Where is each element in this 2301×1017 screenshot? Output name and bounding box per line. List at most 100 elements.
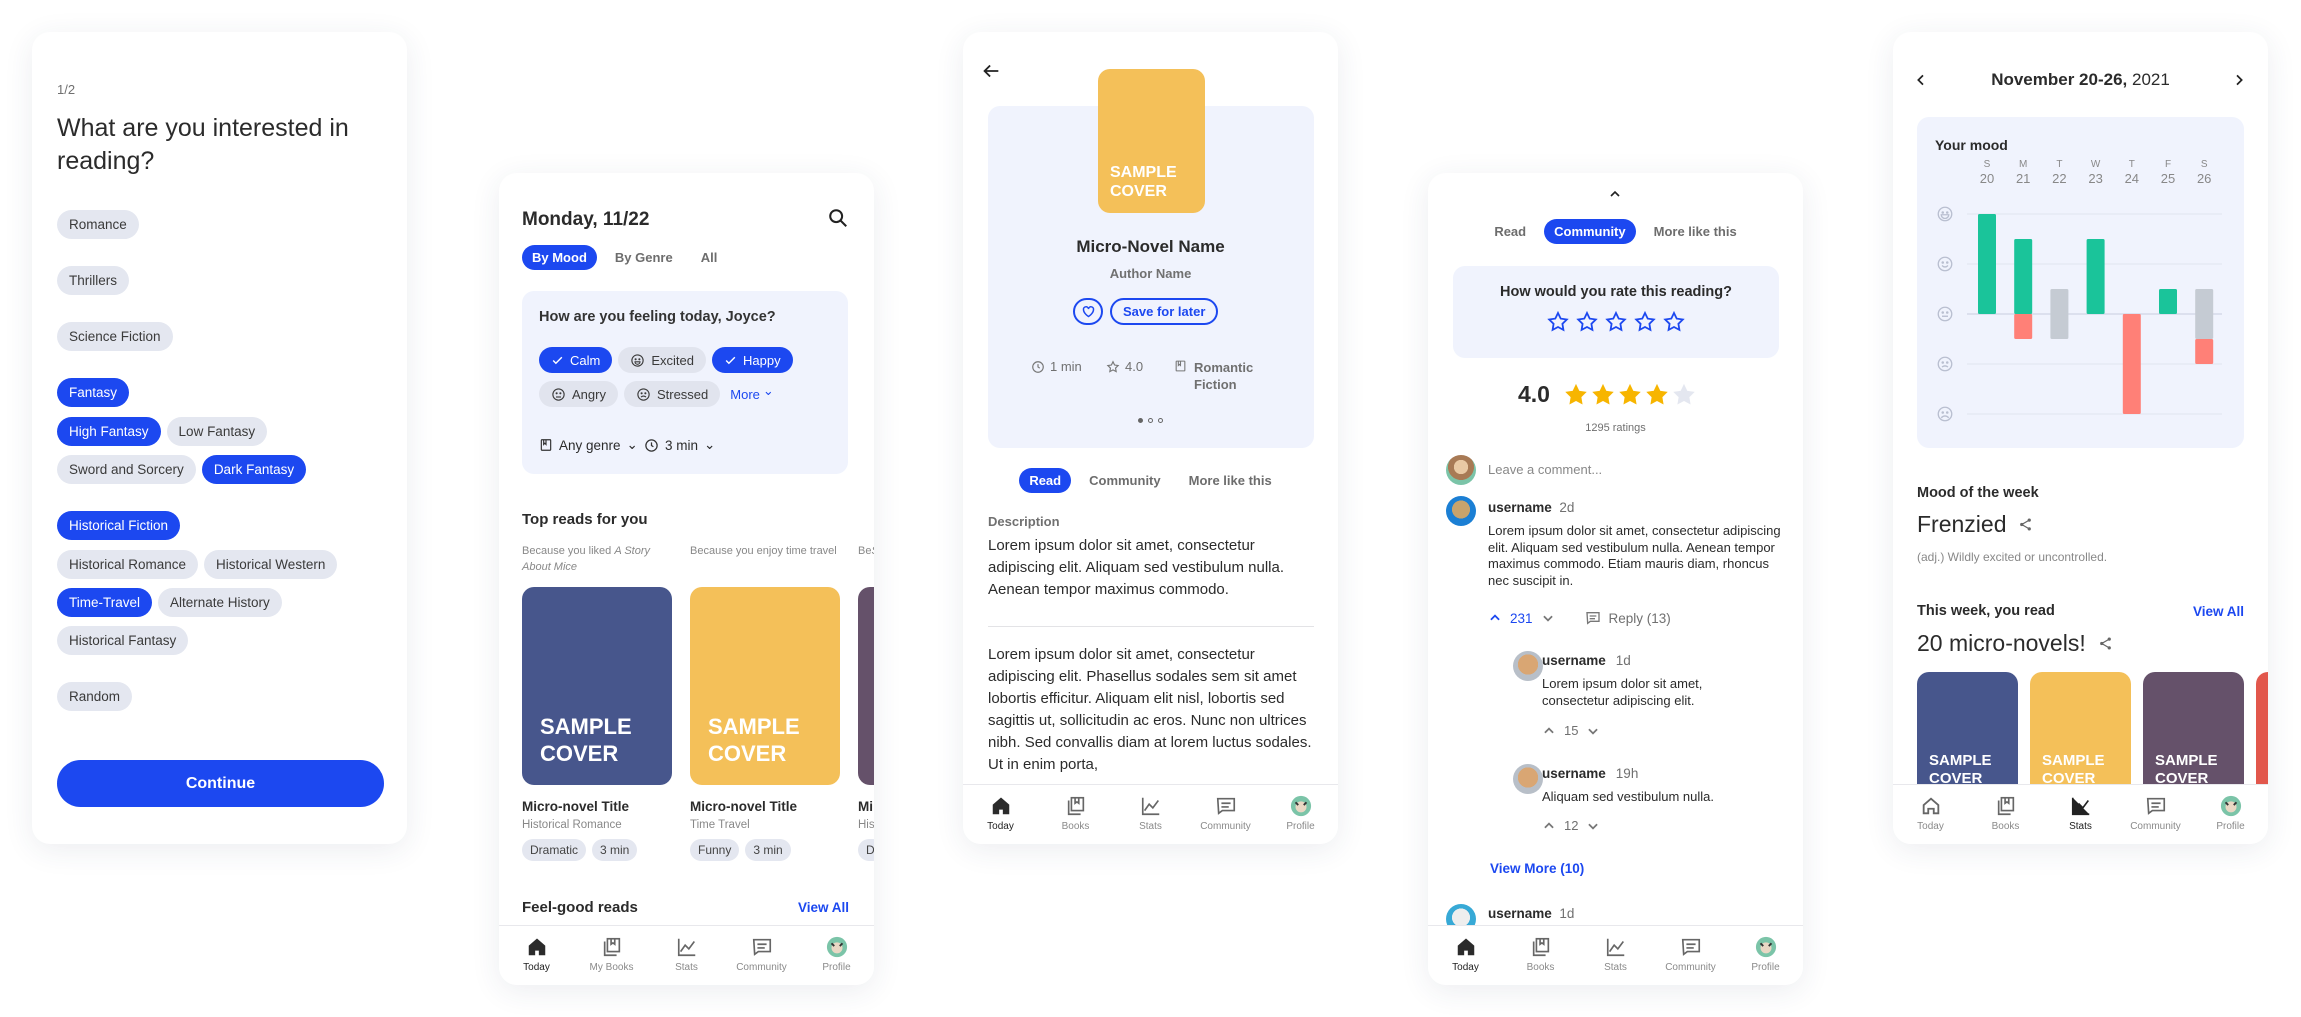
tab-read[interactable]: Read xyxy=(1019,468,1072,493)
nav-today[interactable]: Today xyxy=(963,785,1038,844)
nav-my-books[interactable]: My Books xyxy=(574,926,649,985)
save-for-later-button[interactable]: Save for later xyxy=(1110,298,1219,325)
carousel-dot[interactable] xyxy=(1148,418,1153,423)
genre-parent-row: Random xyxy=(57,682,379,711)
reply-username[interactable]: username xyxy=(1542,766,1606,781)
face-neutral-icon xyxy=(1937,306,1953,322)
subgenre-chip[interactable]: Historical Western xyxy=(204,550,338,579)
subgenre-chip[interactable]: Dark Fantasy xyxy=(201,455,307,484)
nav-today[interactable]: Today xyxy=(1893,785,1968,844)
book-title[interactable]: Micro-novel Title xyxy=(522,799,629,814)
reply-username[interactable]: username xyxy=(1542,653,1606,668)
genre-filter[interactable]: Any genre ⌄ xyxy=(539,437,638,453)
subgenre-chip[interactable]: Low Fantasy xyxy=(166,417,268,446)
carousel-dot[interactable] xyxy=(1158,418,1163,423)
nav-today[interactable]: Today xyxy=(1428,926,1503,985)
nav-today[interactable]: Today xyxy=(499,926,574,985)
rate-star-icon[interactable] xyxy=(1575,310,1599,334)
rate-star-icon[interactable] xyxy=(1662,310,1686,334)
genre-chip[interactable]: Thrillers xyxy=(57,266,130,295)
tab-by-genre[interactable]: By Genre xyxy=(605,245,683,270)
next-week-icon[interactable] xyxy=(2231,72,2247,88)
tab-more-like-this[interactable]: More like this xyxy=(1644,219,1747,244)
view-more-link[interactable]: View More (10) xyxy=(1490,861,1584,876)
subgenre-chip[interactable]: Historical Romance xyxy=(57,550,199,579)
chevron-up-icon[interactable] xyxy=(1607,186,1623,202)
carousel-dots[interactable] xyxy=(963,418,1338,423)
tab-all[interactable]: All xyxy=(691,245,728,270)
genre-chip[interactable]: Fantasy xyxy=(57,378,130,407)
rate-star-icon[interactable] xyxy=(1633,310,1657,334)
comment-username[interactable]: username xyxy=(1488,500,1552,515)
upvote-icon[interactable] xyxy=(1488,611,1502,625)
nav-profile[interactable]: Profile xyxy=(799,926,874,985)
comment-input[interactable]: Leave a comment... xyxy=(1488,462,1602,477)
reply-button[interactable]: Reply (13) xyxy=(1609,611,1671,626)
tab-community[interactable]: Community xyxy=(1544,219,1636,244)
nav-stats[interactable]: Stats xyxy=(2043,785,2118,844)
rate-star-icon[interactable] xyxy=(1546,310,1570,334)
book-cover[interactable] xyxy=(858,587,874,785)
book-cover[interactable]: SAMPLE COVER xyxy=(522,587,672,785)
nav-profile[interactable]: Profile xyxy=(2193,785,2268,844)
genre-chip[interactable]: Random xyxy=(57,682,133,711)
nav-community[interactable]: Community xyxy=(724,926,799,985)
share-icon[interactable] xyxy=(2098,636,2113,651)
genre-chip[interactable]: Science Fiction xyxy=(57,322,173,351)
book-cover[interactable]: SAMPLE COVER xyxy=(690,587,840,785)
nav-label: Stats xyxy=(675,962,698,973)
tab-by-mood[interactable]: By Mood xyxy=(522,245,597,270)
face-very-happy-icon xyxy=(1937,206,1953,222)
nav-books[interactable]: Books xyxy=(1038,785,1113,844)
downvote-icon[interactable] xyxy=(1586,819,1600,833)
share-icon[interactable] xyxy=(2018,517,2033,532)
downvote-icon[interactable] xyxy=(1586,724,1600,738)
nav-books[interactable]: Books xyxy=(1968,785,2043,844)
view-all-link[interactable]: View All xyxy=(2193,604,2244,619)
back-arrow-icon[interactable] xyxy=(980,60,1002,82)
rating-input[interactable] xyxy=(1453,310,1779,334)
tab-read[interactable]: Read xyxy=(1484,219,1536,244)
time-filter[interactable]: 3 min ⌄ xyxy=(644,437,715,453)
nav-profile[interactable]: Profile xyxy=(1728,926,1803,985)
book-title[interactable]: Micro-novel Title xyxy=(690,799,797,814)
nav-stats[interactable]: Stats xyxy=(1578,926,1653,985)
nav-profile[interactable]: Profile xyxy=(1263,785,1338,844)
nav-community[interactable]: Community xyxy=(1188,785,1263,844)
book-title[interactable]: Mi xyxy=(858,799,873,814)
carousel-dot[interactable] xyxy=(1138,418,1143,423)
nav-books[interactable]: Books xyxy=(1503,926,1578,985)
mood-chip[interactable]: Happy xyxy=(711,347,793,373)
commenter-avatar xyxy=(1446,496,1476,526)
more-moods-button[interactable]: More ⌄ xyxy=(726,381,774,407)
bottom-nav: Today Books Stats Community Profile xyxy=(1428,925,1803,985)
nav-stats[interactable]: Stats xyxy=(1113,785,1188,844)
continue-button[interactable]: Continue xyxy=(57,760,384,807)
comment-username[interactable]: username xyxy=(1488,906,1552,921)
upvote-icon[interactable] xyxy=(1542,724,1556,738)
subgenre-chip[interactable]: Historical Fantasy xyxy=(57,626,189,655)
view-all-link[interactable]: View All xyxy=(798,900,849,915)
rate-star-icon[interactable] xyxy=(1604,310,1628,334)
favorite-button[interactable] xyxy=(1073,298,1103,325)
downvote-icon[interactable] xyxy=(1541,611,1555,625)
tab-community[interactable]: Community xyxy=(1079,468,1171,493)
nav-community[interactable]: Community xyxy=(1653,926,1728,985)
search-icon[interactable] xyxy=(827,207,849,229)
day-letter: W xyxy=(2091,159,2101,170)
nav-community[interactable]: Community xyxy=(2118,785,2193,844)
mood-chip[interactable]: Stressed xyxy=(623,381,721,407)
nav-stats[interactable]: Stats xyxy=(649,926,724,985)
subgenre-chip[interactable]: Time-Travel xyxy=(57,588,153,617)
genre-chip[interactable]: Historical Fiction xyxy=(57,511,181,540)
mood-chip[interactable]: Excited xyxy=(618,347,706,373)
subgenre-chip[interactable]: Alternate History xyxy=(158,588,282,617)
tab-more-like-this[interactable]: More like this xyxy=(1179,468,1282,493)
mood-chip[interactable]: Calm xyxy=(539,347,613,373)
upvote-icon[interactable] xyxy=(1542,819,1556,833)
author-name: Author Name xyxy=(1109,266,1192,281)
subgenre-chip[interactable]: High Fantasy xyxy=(57,417,161,446)
genre-chip[interactable]: Romance xyxy=(57,210,139,239)
subgenre-chip[interactable]: Sword and Sorcery xyxy=(57,455,196,484)
mood-chip[interactable]: Angry xyxy=(539,381,618,407)
